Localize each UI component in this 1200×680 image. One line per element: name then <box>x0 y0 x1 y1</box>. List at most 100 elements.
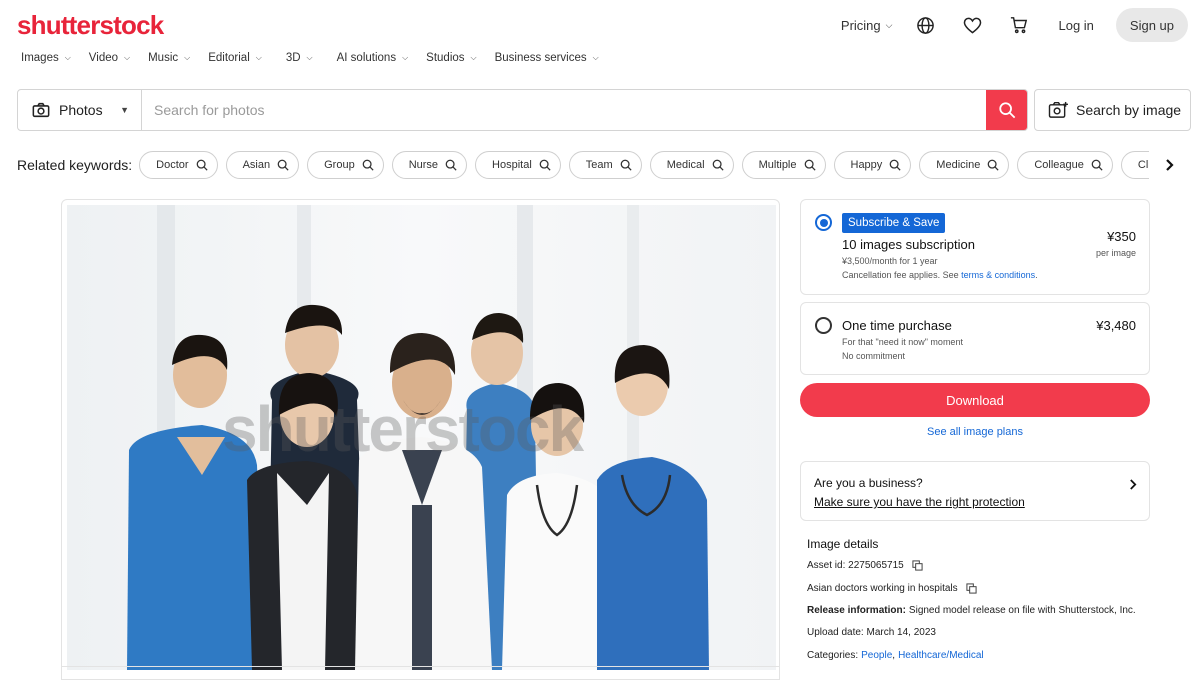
heart-icon[interactable] <box>961 14 983 36</box>
category-link-healthcare[interactable]: Healthcare/Medical <box>898 650 984 661</box>
pricing-menu[interactable]: Pricing ⌵ <box>841 18 893 33</box>
categories-row: Categories: People, Healthcare/Medical <box>807 650 984 661</box>
subscription-radio[interactable] <box>815 214 832 231</box>
nav-item-images[interactable]: Images ⌵ <box>21 52 71 64</box>
categories-label: Categories: <box>807 650 859 661</box>
nav-item-3d[interactable]: 3D ⌵ <box>286 52 313 64</box>
nav-item-business-services[interactable]: Business services ⌵ <box>495 52 599 64</box>
keyword-chip[interactable]: Clinic <box>1120 151 1150 179</box>
search-by-image-button[interactable]: Search by image <box>1034 89 1191 131</box>
keyword-chip[interactable]: Nurse <box>391 151 468 179</box>
download-button[interactable]: Download <box>800 383 1150 417</box>
signup-button[interactable]: Sign up <box>1115 8 1188 42</box>
subscription-plan-card[interactable]: Subscribe & Save 10 images subscription … <box>800 199 1150 295</box>
chevron-down-icon: ⌵ <box>255 53 262 62</box>
keyword-text: Clinic <box>1137 159 1149 171</box>
keyword-chip[interactable]: Asian <box>225 151 300 179</box>
one-time-title: One time purchase <box>842 318 952 333</box>
cart-icon[interactable] <box>1008 14 1030 36</box>
search-icon <box>196 159 208 171</box>
price-unit: per image <box>1095 248 1136 258</box>
search-icon <box>445 159 457 171</box>
media-type-label: Photos <box>59 102 103 118</box>
asset-id: Asset id: 2275065715 <box>807 560 904 571</box>
search-button[interactable] <box>986 90 1027 130</box>
search-icon <box>987 159 999 171</box>
nav-label: Images <box>21 52 59 64</box>
chevron-down-icon: ⌵ <box>306 53 313 62</box>
chevron-down-icon: ⌵ <box>64 53 71 62</box>
subscription-title: 10 images subscription <box>842 237 975 252</box>
keyword-text: Medical <box>666 159 705 171</box>
keyword-chips: Doctor Asian Group Nurse Hospital Team M… <box>139 151 1150 179</box>
image-details-heading: Image details <box>807 537 879 551</box>
keyword-chip[interactable]: Happy <box>833 151 912 179</box>
keyword-text: Doctor <box>156 159 189 171</box>
chevron-down-icon: ⌵ <box>885 19 893 30</box>
one-time-price: ¥3,480 <box>1096 318 1136 333</box>
keyword-chip[interactable]: Medical <box>649 151 734 179</box>
nav-label: Music <box>148 52 179 64</box>
search-by-image-label: Search by image <box>1076 102 1182 118</box>
photo-preview[interactable]: shutterstock <box>61 199 780 680</box>
copy-icon[interactable] <box>966 583 977 594</box>
cancellation-prefix: Cancellation fee applies. See <box>842 270 962 280</box>
keyword-text: Colleague <box>1034 159 1084 171</box>
keyword-text: Team <box>585 159 613 171</box>
chevron-down-icon: ⌵ <box>184 53 191 62</box>
category-link-people[interactable]: People <box>861 650 892 661</box>
image-search-icon <box>1048 101 1069 119</box>
one-time-line1: For that "need it now" moment <box>842 337 963 347</box>
keyword-chip[interactable]: Colleague <box>1017 151 1113 179</box>
shutterstock-logo[interactable]: shutterstock <box>17 10 164 41</box>
nav-item-editorial[interactable]: Editorial ⌵ <box>208 52 262 64</box>
see-all-plans-link[interactable]: See all image plans <box>800 426 1150 438</box>
one-time-plan-card[interactable]: One time purchase ¥3,480 For that "need … <box>800 302 1150 375</box>
release-info-row: Release information: Signed model releas… <box>807 605 1136 616</box>
business-protection-link[interactable]: Make sure you have the right protection <box>814 495 1025 509</box>
nav-label: AI solutions <box>336 52 397 64</box>
pricing-label: Pricing <box>840 17 881 33</box>
search-icon <box>712 159 724 171</box>
nav-item-studios[interactable]: Studios ⌵ <box>426 52 476 64</box>
chevron-down-icon: ⌵ <box>124 53 131 62</box>
search-icon <box>1091 159 1103 171</box>
copy-icon[interactable] <box>912 560 923 571</box>
photo-watermark: shutterstock <box>222 393 584 465</box>
search-icon <box>277 159 289 171</box>
divider <box>62 666 779 667</box>
chevron-right-icon[interactable] <box>1127 476 1139 492</box>
caret-down-icon: ▼ <box>120 105 129 115</box>
nav-item-ai-solutions[interactable]: AI solutions ⌵ <box>337 52 409 64</box>
nav-label: Business services <box>494 52 587 64</box>
subscribe-save-badge: Subscribe & Save <box>842 213 946 233</box>
keyword-chip[interactable]: Doctor <box>139 151 218 179</box>
keyword-text: Happy <box>850 159 883 171</box>
chevron-right-icon[interactable] <box>1162 155 1176 175</box>
media-type-select[interactable]: Photos ▼ <box>18 90 142 130</box>
nav-item-music[interactable]: Music ⌵ <box>148 52 190 64</box>
description-row: Asian doctors working in hospitals <box>807 583 977 594</box>
terms-link[interactable]: terms & conditions <box>961 270 1035 280</box>
header-actions: Pricing ⌵ Log in Sign up <box>841 8 1188 42</box>
chevron-down-icon: ⌵ <box>402 53 409 62</box>
subscription-detail: ¥3,500/month for 1 year <box>842 256 938 266</box>
one-time-radio[interactable] <box>815 317 832 334</box>
login-link[interactable]: Log in <box>1058 18 1093 33</box>
keyword-chip[interactable]: Hospital <box>475 151 561 179</box>
search-icon <box>539 159 551 171</box>
nav-item-video[interactable]: Video ⌵ <box>89 52 130 64</box>
subscription-price: ¥350 <box>1107 229 1136 244</box>
search-bar: Photos ▼ <box>17 89 1028 131</box>
image-description: Asian doctors working in hospitals <box>807 583 958 594</box>
keyword-chip[interactable]: Group <box>307 151 384 179</box>
nav-label: Editorial <box>208 52 250 64</box>
business-card[interactable]: Are you a business? Make sure you have t… <box>800 461 1150 521</box>
keyword-chip[interactable]: Medicine <box>919 151 1010 179</box>
keyword-chip[interactable]: Team <box>568 151 642 179</box>
keyword-chip[interactable]: Multiple <box>741 151 826 179</box>
search-input[interactable] <box>142 90 986 130</box>
chevron-down-icon: ⌵ <box>470 53 477 62</box>
nav-label: Video <box>88 52 119 64</box>
globe-icon[interactable] <box>914 14 936 36</box>
